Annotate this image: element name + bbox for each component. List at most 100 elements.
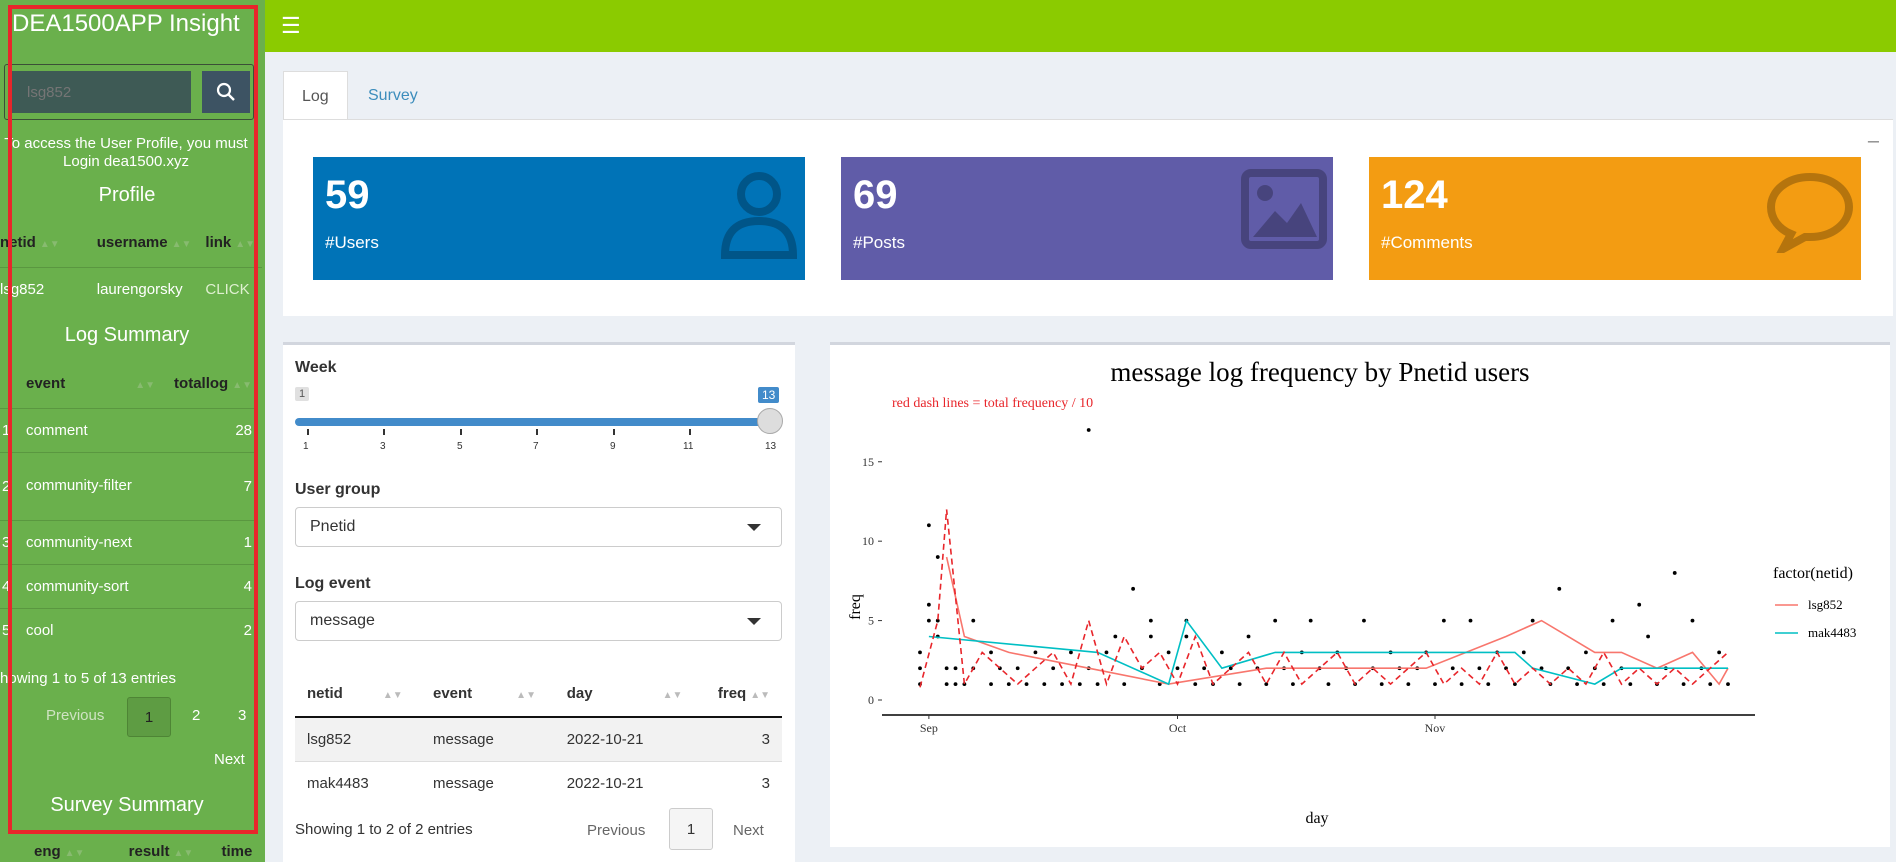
y-tick-label: 15 (862, 455, 874, 469)
data-point (1433, 682, 1437, 687)
user-group-value: Pnetid (310, 518, 356, 535)
log-data-table: netid ▲▼ event ▲▼ day ▲▼ freq ▲▼ lsg852 mess… (295, 671, 782, 805)
col-eng[interactable]: eng (34, 843, 61, 860)
week-slider-handle[interactable] (757, 408, 783, 434)
log-summary-title: Log Summary (64, 324, 190, 346)
profile-link[interactable]: CLICK (199, 266, 262, 311)
chart-marks: 0 5 10 15 Sep Oct Nov (862, 428, 1755, 735)
controls-panel: Week 1 13 1 3 5 7 9 11 13 User group Pne… (283, 342, 795, 862)
comments-label: #Comments (1381, 233, 1473, 252)
data-point (1708, 682, 1713, 687)
col-netid[interactable]: netid ▲▼ (0, 219, 67, 267)
cell-totallog: 7 (160, 451, 258, 520)
collapse-button[interactable]: – (1868, 130, 1879, 153)
data-point (1184, 634, 1189, 639)
chart-panel: message log frequency by Pnetid users re… (830, 342, 1890, 847)
data-point (1637, 602, 1642, 607)
y-tick-label: 0 (868, 693, 874, 707)
table-row: 1 comment 28 (0, 407, 258, 452)
data-point (1672, 571, 1677, 575)
cell-event: community-filter (22, 451, 161, 520)
table-row: 5 cool 2 (0, 607, 258, 652)
tick-label: 13 (765, 441, 777, 452)
col-time[interactable]: time (221, 843, 252, 860)
data-point (1086, 428, 1091, 432)
menu-toggle-icon[interactable]: ☰ (281, 13, 301, 39)
tick-label: 9 (610, 441, 616, 452)
cell-netid: mak4483 (295, 760, 421, 805)
cell-event: cool (22, 607, 161, 652)
cell-day: 2022-10-21 (554, 760, 702, 805)
data-point (1450, 666, 1455, 671)
data-point (1024, 682, 1029, 687)
user-group-select[interactable]: Pnetid (295, 507, 782, 547)
cell-freq: 3 (701, 716, 782, 761)
image-icon (1241, 169, 1327, 249)
data-point (953, 682, 958, 687)
col-username[interactable]: username ▲▼ (67, 219, 200, 267)
posts-count: 69 (853, 173, 898, 217)
posts-label: #Posts (853, 233, 905, 252)
page-1-button[interactable]: 1 (127, 697, 171, 737)
log-event-value: message (310, 612, 375, 629)
cell-username: laurengorsky (66, 266, 200, 311)
data-point (1077, 682, 1082, 687)
previous-button[interactable]: Previous (587, 822, 645, 839)
data-point (1521, 650, 1526, 655)
data-point (971, 618, 976, 623)
frequency-chart: message log frequency by Pnetid users re… (847, 357, 1856, 827)
data-point (1175, 666, 1180, 671)
log-event-label: Log event (295, 575, 371, 592)
data-point (1015, 666, 1020, 671)
cell-event: community-next (22, 519, 161, 564)
previous-button[interactable]: Previous (46, 707, 104, 724)
chevron-down-icon (747, 524, 761, 531)
next-button[interactable]: Next (214, 751, 245, 768)
week-slider-track[interactable] (295, 418, 770, 426)
cell-event: message (420, 760, 555, 805)
chart-title: message log frequency by Pnetid users (1110, 357, 1529, 387)
col-event[interactable]: event ▲▼ (22, 360, 161, 408)
search-form (4, 64, 254, 120)
col-netid[interactable]: netid ▲▼ (295, 671, 421, 718)
data-point (1681, 682, 1686, 687)
col-totallog[interactable]: totallog ▲▼ (161, 360, 258, 408)
next-button[interactable]: Next (733, 822, 764, 839)
data-point (1362, 618, 1366, 623)
sidebar: DEA1500APP Insight To access the User Pr… (0, 0, 265, 862)
table-row: mak4483 message 2022-10-21 3 (295, 760, 782, 805)
tab-log[interactable]: Log (283, 71, 348, 120)
users-value-box: 59 #Users (313, 157, 805, 280)
table-row: 2 community-filter 7 (0, 451, 258, 520)
col-freq[interactable]: freq ▲▼ (701, 671, 782, 718)
y-tick-label: 10 (862, 534, 874, 548)
row-index: 4 (0, 563, 22, 608)
data-point (918, 650, 922, 655)
tab-survey[interactable]: Survey (350, 71, 436, 120)
log-event-select[interactable]: message (295, 601, 782, 641)
data-point (1468, 618, 1473, 623)
data-point (1557, 586, 1562, 591)
col-day[interactable]: day ▲▼ (554, 671, 702, 718)
tick-label: 11 (683, 441, 694, 452)
x-tick-label: Sep (920, 721, 938, 735)
tick-label: 3 (380, 441, 386, 452)
data-point (926, 602, 931, 607)
legend-label: lsg852 (1808, 597, 1843, 612)
data-point (1459, 682, 1464, 687)
col-link[interactable]: link ▲▼ (199, 219, 262, 267)
data-point (926, 523, 931, 528)
col-result[interactable]: result (129, 843, 170, 860)
page-1-button[interactable]: 1 (669, 808, 713, 850)
page-3-button[interactable]: 3 (238, 707, 246, 724)
tick-label: 7 (533, 441, 539, 452)
col-event[interactable]: event ▲▼ (420, 671, 555, 718)
data-point (1219, 650, 1224, 655)
comments-value-box: 124 #Comments (1369, 157, 1861, 280)
log-summary-table: event ▲▼ totallog ▲▼ 1 comment 28 2 commun… (0, 360, 258, 652)
search-button[interactable] (202, 71, 250, 113)
table-row: 3 community-next 1 (0, 519, 258, 564)
search-input[interactable] (11, 71, 191, 113)
page-2-button[interactable]: 2 (192, 707, 200, 724)
data-point (989, 650, 993, 655)
